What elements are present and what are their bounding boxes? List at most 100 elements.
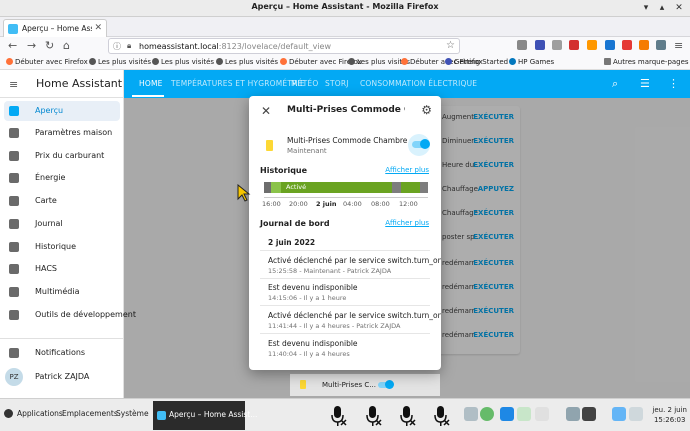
- timeline-segment-active[interactable]: [401, 182, 420, 193]
- browser-tab[interactable]: Aperçu – Home Assistant ✕: [3, 19, 107, 37]
- logbook-meta: 11:40:04 - Il y a 4 heures: [268, 350, 350, 358]
- applications-menu[interactable]: Applications: [17, 409, 63, 418]
- url-bar[interactable]: ⓘ 🔒︎ homeassistant.local:8123/lovelace/d…: [108, 38, 460, 54]
- keyboard-icon[interactable]: [612, 407, 626, 421]
- clipboard-icon[interactable]: [464, 407, 478, 421]
- close-window-button[interactable]: ✕: [673, 2, 685, 14]
- menu-collapse-icon[interactable]: ≡: [9, 78, 18, 91]
- microphone-muted-icon[interactable]: [364, 405, 382, 427]
- extension-icon[interactable]: [622, 40, 632, 50]
- taskbar-window-button[interactable]: Aperçu – Home Assist...: [153, 401, 257, 430]
- places-menu[interactable]: Emplacements: [62, 409, 118, 418]
- active-tab-indicator: [132, 95, 164, 97]
- app-tray-icon[interactable]: [517, 407, 531, 421]
- bookmark-item[interactable]: Les plus visités: [152, 58, 214, 66]
- logbook-divider: [260, 278, 430, 279]
- bookmark-item[interactable]: Les plus visités: [89, 58, 151, 66]
- gear-icon[interactable]: ⚙: [421, 103, 432, 117]
- bookmark-item[interactable]: Getting Started: [445, 58, 508, 66]
- maximize-button[interactable]: ▴: [656, 2, 668, 14]
- history-timeline[interactable]: Activé: [264, 182, 428, 193]
- logbook-divider: [260, 333, 430, 334]
- metamask-icon[interactable]: [639, 40, 649, 50]
- sidebar-item-profile[interactable]: Patrick ZAJDA: [4, 367, 120, 387]
- sidebar-item-historique[interactable]: Historique: [4, 237, 120, 257]
- forward-icon[interactable]: →: [27, 39, 36, 52]
- extension-icon[interactable]: [517, 40, 527, 50]
- logbook-show-more-link[interactable]: Afficher plus: [385, 219, 429, 227]
- tab-temperatures[interactable]: TEMPÉRATURES ET HYGROMÉTRIE: [171, 79, 305, 88]
- user-tray-icon[interactable]: [566, 407, 580, 421]
- timeline-segment-unavailable[interactable]: [392, 182, 401, 193]
- other-bookmarks[interactable]: Autres marque-pages: [604, 58, 689, 66]
- extension-icon[interactable]: [552, 40, 562, 50]
- entity-label: Multi-Prises C...: [322, 381, 376, 389]
- timeline-tick: 04:00: [343, 200, 362, 208]
- sidebar-item-journal[interactable]: Journal: [4, 214, 120, 234]
- timeline-tick: 08:00: [371, 200, 390, 208]
- flag-icon[interactable]: [535, 40, 545, 50]
- history-show-more-link[interactable]: Afficher plus: [385, 166, 429, 174]
- network-icon[interactable]: [480, 407, 494, 421]
- bookmark-item[interactable]: HP Games: [509, 58, 554, 66]
- sidebar-item-prix-carburant[interactable]: Prix du carburant: [4, 146, 120, 166]
- url-text[interactable]: homeassistant.local:8123/lovelace/defaul…: [139, 42, 331, 51]
- more-info-dialog: ✕ Multi-Prises Commode Cha... ⚙ Multi-Pr…: [249, 96, 441, 370]
- assist-icon[interactable]: ☰: [640, 77, 650, 90]
- ublock-icon[interactable]: [569, 40, 579, 50]
- tab-meteo[interactable]: MÉTÉO: [291, 79, 318, 88]
- home-icon[interactable]: ⌂: [63, 39, 70, 52]
- sidebar-item-outils[interactable]: Outils de développement: [4, 305, 136, 325]
- sidebar-item-parametres-maison[interactable]: Paramètres maison: [4, 123, 120, 143]
- back-icon[interactable]: ←: [8, 39, 17, 52]
- sidebar-item-energie[interactable]: Énergie: [4, 168, 120, 188]
- bookmark-item[interactable]: Les plus visités: [216, 58, 278, 66]
- extension-icon[interactable]: [587, 40, 597, 50]
- sidebar-item-carte[interactable]: Carte: [4, 191, 120, 211]
- clock-date: jeu. 2 juin: [652, 406, 687, 414]
- search-icon[interactable]: ⌕: [612, 77, 618, 91]
- extensions-icon[interactable]: [656, 40, 666, 50]
- microphone-muted-icon[interactable]: [329, 405, 347, 427]
- bookmark-star-icon[interactable]: ☆: [446, 40, 455, 51]
- bookmark-item[interactable]: Débuter avec Firefox: [6, 58, 88, 66]
- system-menu[interactable]: Système: [116, 409, 149, 418]
- timeline-segment-unavailable[interactable]: [420, 182, 428, 193]
- entity-toggle-knob[interactable]: [385, 380, 394, 389]
- tab-consommation[interactable]: CONSOMMATION ÉLECTRIQUE: [360, 79, 477, 88]
- volume-icon[interactable]: [582, 407, 596, 421]
- sidebar-item-hacs[interactable]: HACS: [4, 259, 120, 279]
- tab-strip: Aperçu – Home Assistant ✕ + ⌄: [0, 17, 690, 50]
- browser-tab-label: Aperçu – Home Assistant: [22, 24, 92, 33]
- shield-icon[interactable]: ⓘ: [113, 41, 121, 52]
- minimize-button[interactable]: ▾: [640, 2, 652, 14]
- close-icon[interactable]: ✕: [261, 104, 271, 118]
- timeline-segment-active[interactable]: [271, 182, 281, 193]
- logbook-title: Journal de bord: [260, 219, 330, 228]
- more-vert-icon[interactable]: ⋮: [668, 77, 679, 90]
- sidebar: ≡ Home Assistant Aperçu Paramètres maiso…: [0, 70, 136, 398]
- microphone-muted-icon[interactable]: [432, 405, 450, 427]
- app-tray-icon[interactable]: [535, 407, 549, 421]
- reload-icon[interactable]: ↻: [45, 39, 54, 52]
- lock-icon[interactable]: 🔒︎: [127, 41, 131, 51]
- close-tab-icon[interactable]: ✕: [94, 23, 102, 33]
- clock[interactable]: jeu. 2 juin 15:26:03: [652, 405, 687, 425]
- sidebar-item-notifications[interactable]: Notifications: [4, 343, 120, 363]
- microphone-muted-icon[interactable]: [398, 405, 416, 427]
- extension-icon[interactable]: [605, 40, 615, 50]
- entity-state: Maintenant: [287, 147, 327, 155]
- bluetooth-icon[interactable]: [500, 407, 514, 421]
- menu-icon[interactable]: ≡: [674, 39, 683, 52]
- tab-storj[interactable]: STORJ: [325, 79, 349, 88]
- hacs-icon: [9, 264, 19, 274]
- timeline-segment-unavailable[interactable]: [264, 182, 271, 193]
- firefox-icon: [280, 58, 287, 65]
- gnome-foot-icon: [4, 409, 13, 418]
- entity-toggle-knob[interactable]: [420, 139, 430, 149]
- sidebar-item-apercu[interactable]: Aperçu: [4, 101, 120, 121]
- sidebar-item-multimedia[interactable]: Multimédia: [4, 282, 120, 302]
- gear-icon: [152, 58, 159, 65]
- tab-home[interactable]: HOME: [139, 79, 163, 88]
- display-icon[interactable]: [629, 407, 643, 421]
